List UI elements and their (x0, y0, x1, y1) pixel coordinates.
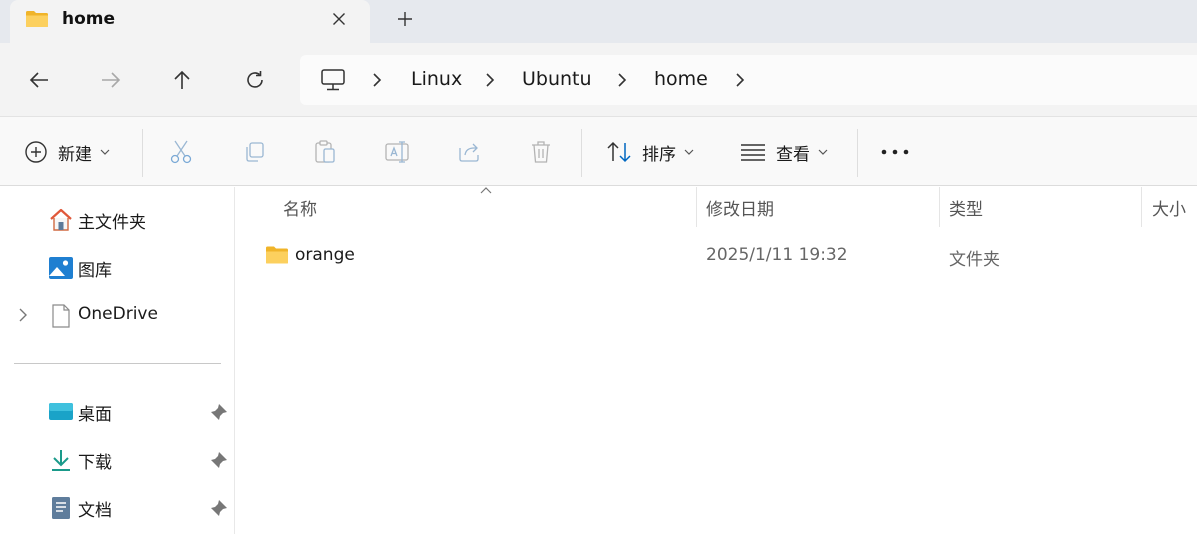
chevron-right-icon[interactable] (483, 71, 497, 89)
sidebar-item-label: 主文件夹 (78, 213, 146, 233)
chevron-down-icon (100, 149, 110, 155)
cut-icon (170, 140, 192, 164)
paste-button[interactable] (313, 137, 337, 167)
folder-icon (266, 246, 288, 264)
sort-button[interactable]: 排序 (606, 137, 694, 167)
refresh-icon (247, 71, 263, 88)
column-header-date[interactable]: 修改日期 (706, 195, 774, 220)
delete-icon (532, 141, 550, 163)
sidebar-item-label: 桌面 (78, 405, 112, 425)
rename-button[interactable] (384, 137, 412, 167)
documents-icon (52, 497, 70, 519)
back-button[interactable] (24, 65, 54, 95)
up-button[interactable] (167, 65, 197, 95)
new-label: 新建 (58, 144, 92, 165)
view-button[interactable]: 查看 (740, 137, 828, 167)
paste-icon (315, 140, 335, 163)
column-divider[interactable] (939, 187, 940, 227)
gallery-icon (49, 257, 73, 279)
share-button[interactable] (457, 137, 483, 167)
toolbar-divider (581, 129, 582, 177)
add-circle-icon (25, 141, 47, 163)
sort-ascending-icon (480, 187, 492, 194)
rename-icon (385, 141, 409, 163)
view-label: 查看 (776, 144, 810, 165)
more-button[interactable] (880, 137, 910, 167)
file-date: 2025/1/11 19:32 (706, 245, 848, 265)
sort-icon (607, 141, 631, 163)
sidebar-item-documents[interactable]: 文档 (0, 489, 235, 525)
pin-icon[interactable] (210, 451, 228, 469)
breadcrumb-linux[interactable]: Linux (411, 68, 462, 90)
sidebar-item-label: 图库 (78, 261, 112, 281)
pin-icon[interactable] (210, 403, 228, 421)
column-header-type[interactable]: 类型 (949, 195, 983, 220)
sidebar-item-label: 文档 (78, 501, 112, 521)
this-pc-icon (321, 69, 345, 91)
desktop-icon (49, 403, 73, 420)
share-icon (459, 143, 479, 162)
sidebar-item-downloads[interactable]: 下载 (0, 441, 235, 477)
file-name: orange (295, 245, 355, 265)
breadcrumb-home[interactable]: home (654, 68, 708, 90)
sidebar-item-onedrive[interactable]: OneDrive (0, 297, 235, 333)
toolbar-divider (857, 129, 858, 177)
folder-icon (26, 11, 48, 27)
sidebar-divider (14, 363, 221, 364)
chevron-right-icon[interactable] (370, 71, 384, 89)
pin-icon[interactable] (210, 499, 228, 517)
download-icon (52, 450, 70, 471)
navigation-bar: Linux Ubuntu home (0, 43, 1197, 116)
close-icon[interactable] (326, 6, 352, 32)
onedrive-icon (52, 304, 70, 328)
sidebar-item-label: OneDrive (78, 304, 158, 324)
column-header-name[interactable]: 名称 (283, 195, 317, 220)
command-bar: 新建 排序 查看 (0, 116, 1197, 186)
new-button[interactable]: 新建 (24, 137, 110, 167)
file-list: 名称 修改日期 类型 大小 orange 2025/1/11 19:32 文件夹 (236, 187, 1197, 534)
arrow-right-icon (102, 72, 121, 88)
chevron-right-icon[interactable] (16, 307, 30, 323)
home-icon (50, 208, 72, 231)
tab-strip: home (0, 0, 1197, 43)
forward-button[interactable] (96, 65, 126, 95)
sidebar-item-home[interactable]: 主文件夹 (0, 201, 235, 237)
column-divider[interactable] (696, 187, 697, 227)
breadcrumb-ubuntu[interactable]: Ubuntu (522, 68, 592, 90)
more-icon (881, 149, 909, 155)
sidebar-item-gallery[interactable]: 图库 (0, 249, 235, 285)
toolbar-divider (142, 129, 143, 177)
refresh-button[interactable] (240, 65, 270, 95)
sidebar-item-desktop[interactable]: 桌面 (0, 393, 235, 429)
table-row[interactable]: orange 2025/1/11 19:32 文件夹 (236, 237, 1197, 273)
address-bar[interactable]: Linux Ubuntu home (300, 55, 1197, 105)
cut-button[interactable] (169, 137, 193, 167)
delete-button[interactable] (529, 137, 553, 167)
file-type: 文件夹 (949, 250, 1000, 270)
column-divider[interactable] (1141, 187, 1142, 227)
copy-button[interactable] (242, 137, 266, 167)
view-list-icon (741, 144, 765, 161)
copy-icon (246, 142, 264, 162)
sort-label: 排序 (642, 144, 676, 165)
chevron-down-icon (684, 149, 694, 155)
navigation-pane: 主文件夹 图库 OneDrive 桌面 下载 文档 (0, 187, 235, 534)
column-header-size[interactable]: 大小 (1152, 195, 1186, 220)
tab-home[interactable]: home (10, 0, 370, 43)
chevron-right-icon[interactable] (615, 71, 629, 89)
arrow-up-icon (174, 70, 190, 89)
sidebar-item-label: 下载 (78, 453, 112, 473)
arrow-left-icon (29, 72, 48, 88)
chevron-down-icon (818, 149, 828, 155)
tab-title: home (62, 9, 116, 29)
plus-icon[interactable] (392, 6, 418, 32)
chevron-right-icon[interactable] (733, 71, 747, 89)
